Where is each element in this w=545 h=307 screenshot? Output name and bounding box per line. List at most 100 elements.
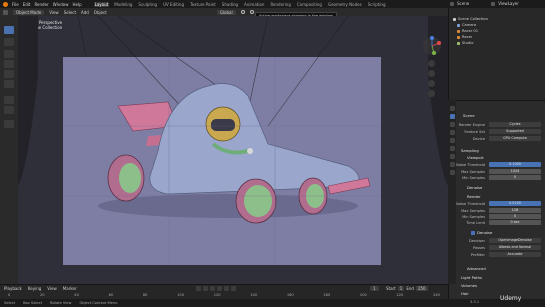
scene-tab-icon[interactable] [449,138,455,143]
output-tab-icon[interactable] [449,122,455,127]
pan-icon[interactable] [428,70,435,77]
tab-layout[interactable]: Layout [93,1,110,7]
timeline-ruler[interactable]: 0 20 40 60 80 100 120 140 160 180 200 22… [8,293,440,297]
tab-animation[interactable]: Animation [243,2,265,7]
menu-file[interactable]: File [12,2,19,7]
move-tool-icon[interactable] [4,50,14,58]
menu-view[interactable]: View [49,10,59,15]
outliner-item-racer-01[interactable]: Racer 01 [457,29,478,33]
viewport-max-samples-field[interactable]: 1024 [489,169,541,174]
view-layer-selector[interactable]: ViewLayer [498,1,519,6]
menu-select[interactable]: Select [64,10,76,15]
tab-modeling[interactable]: Modeling [113,2,133,7]
view-layer-tab-icon[interactable] [449,130,455,135]
prev-key-icon[interactable] [203,286,208,291]
play-icon[interactable] [217,286,222,291]
outliner-item-camera[interactable]: Camera [457,23,476,27]
annotate-tool-icon[interactable] [4,96,14,104]
tab-rendering[interactable]: Rendering [269,2,291,7]
outliner-item-racer[interactable]: Racer [457,35,472,39]
denoiser-dropdown[interactable]: OpenImageDenoise [489,238,541,243]
start-frame-field[interactable]: 1 [397,286,405,291]
snap-icon[interactable] [240,10,245,14]
viewport-min-samples-field[interactable]: 0 [489,175,541,180]
outliner-item-studio[interactable]: Studio [457,41,473,45]
measure-tool-icon[interactable] [4,106,14,114]
jump-end-icon[interactable] [231,286,236,291]
viewport-header[interactable]: Viewport [467,155,484,160]
material-tab-icon[interactable] [449,170,455,175]
cursor-tool-icon[interactable] [4,38,14,46]
tab-scripting[interactable]: Scripting [367,2,387,7]
noise-threshold-label: Noise Threshold [456,163,485,167]
tab-compositing[interactable]: Compositing [296,2,323,7]
keying-menu[interactable]: Keying [28,286,41,291]
grid-view-icon[interactable] [428,90,435,97]
properties-editor: Scene Render Engine Cycles Feature Set S… [448,100,545,307]
viewport-denoise-header[interactable]: Denoise [467,185,482,190]
render-header[interactable]: Render [467,194,481,199]
rotate-tool-icon[interactable] [4,60,14,68]
mode-dropdown[interactable]: Object Mode [13,9,45,15]
outliner-root[interactable]: Scene Collection [453,17,488,21]
marker-menu[interactable]: Marker [63,286,77,291]
add-cube-tool-icon[interactable] [4,120,14,128]
camera-view-icon[interactable] [428,80,435,87]
menu-object[interactable]: Object [94,10,107,15]
status-select: Select [4,301,16,305]
render-engine-dropdown[interactable]: Cycles [489,122,541,127]
proportional-icon[interactable] [249,10,254,14]
orientation-dropdown[interactable]: Global [216,9,236,15]
modifier-tab-icon[interactable] [449,162,455,167]
playback-menu[interactable]: Playback [4,286,22,291]
sampling-header[interactable]: Sampling [461,148,479,153]
current-frame-field[interactable]: 1 [370,286,379,291]
passes-dropdown[interactable]: Albedo and Normal [489,245,541,250]
scene-selectors: Scene ViewLayer [450,1,519,6]
play-reverse-icon[interactable] [210,286,215,291]
tool-tab-icon[interactable] [449,106,455,111]
denoise-checkbox[interactable] [471,231,475,235]
menu-window[interactable]: Window [53,2,69,7]
device-dropdown[interactable]: GPU Compute [489,136,541,141]
scene-selector[interactable]: Scene [457,1,469,6]
menu-render[interactable]: Render [34,2,48,7]
navigation-gizmo[interactable] [422,36,442,56]
3d-viewport[interactable]: Camera Perspective (1) Scene Collection [18,16,448,284]
feature-set-dropdown[interactable]: Supported [489,129,541,134]
select-tool-icon[interactable] [4,26,14,34]
properties-tabs [448,100,456,284]
tab-sculpting[interactable]: Sculpting [137,2,158,7]
zoom-icon[interactable] [428,60,435,67]
jump-start-icon[interactable] [196,286,201,291]
menu-help[interactable]: Help [72,2,81,7]
render-max-samples-field[interactable]: 128 [489,208,541,213]
editor-type-icon[interactable] [3,9,8,15]
volumes-header[interactable]: Volumes [461,283,477,288]
render-tab-icon[interactable] [449,114,455,119]
world-tab-icon[interactable] [449,146,455,151]
scale-tool-icon[interactable] [4,70,14,78]
end-frame-field[interactable]: 250 [415,286,428,291]
object-tab-icon[interactable] [449,154,455,159]
prefilter-dropdown[interactable]: Accurate [489,252,541,257]
next-key-icon[interactable] [224,286,229,291]
view-menu[interactable]: View [47,286,57,291]
tab-uv-editing[interactable]: UV Editing [162,2,185,7]
hair-header[interactable]: Hair [461,291,469,296]
render-noise-threshold-field[interactable]: 0.0100 [489,201,541,206]
advanced-header[interactable]: Advanced [467,266,486,271]
light-paths-header[interactable]: Light Paths [461,275,482,280]
viewport-noise-threshold-field[interactable]: 0.1000 [489,162,541,167]
udemy-watermark: Udemy [500,295,522,302]
tab-geometry-nodes[interactable]: Geometry Nodes [327,2,363,7]
blender-logo-icon[interactable] [3,1,8,7]
tab-texture-paint[interactable]: Texture Paint [189,2,217,7]
tab-shading[interactable]: Shading [221,2,239,7]
time-limit-field[interactable]: 0 sec [489,220,541,225]
render-denoise-header[interactable]: Denoise [477,230,492,235]
render-min-samples-field[interactable]: 0 [489,214,541,219]
menu-add[interactable]: Add [81,10,89,15]
transform-tool-icon[interactable] [4,80,14,88]
menu-edit[interactable]: Edit [23,2,31,7]
